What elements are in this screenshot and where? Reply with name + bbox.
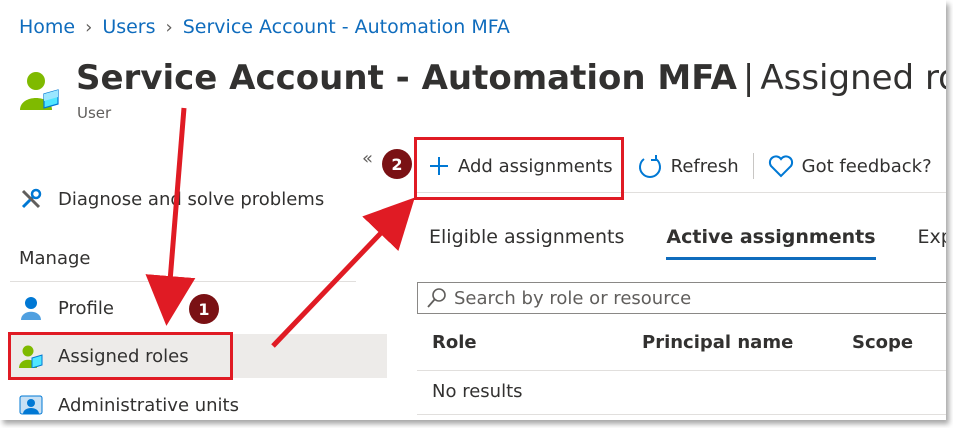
arrow-to-assigned-roles xyxy=(145,107,196,326)
step-badge-1: 1 xyxy=(189,294,219,324)
arrow-to-add-assignments xyxy=(271,197,415,348)
annotation-arrows xyxy=(145,107,415,348)
step-badge-2: 2 xyxy=(382,149,412,179)
portal-window: Home › Users › Service Account - Automation … xyxy=(0,0,946,420)
